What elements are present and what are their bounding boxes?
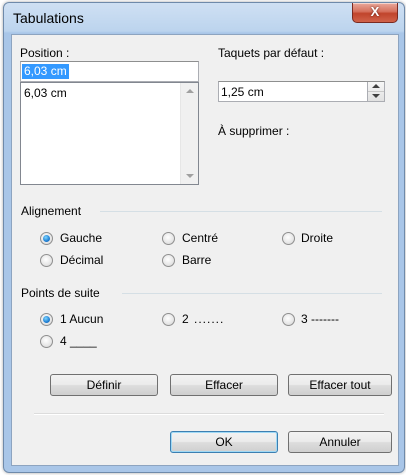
default-tabs-input[interactable]: 1,25 cm [218,81,385,102]
align-left-radio[interactable] [40,232,53,245]
ok-button[interactable]: OK [170,431,278,453]
dialog-body: Position : 6,03 cm 6,03 cm Taquets par d… [11,34,399,466]
alignment-group-label: Alignement [21,204,82,218]
align-left-label[interactable]: Gauche [60,231,102,245]
leader-dashes-label[interactable]: 3 ------- [301,312,339,326]
default-tabs-spinner[interactable] [367,82,384,101]
position-label: Position : [20,46,69,60]
position-input[interactable]: 6,03 cm [20,61,199,82]
align-decimal-label[interactable]: Décimal [60,253,103,267]
set-button[interactable]: Définir [50,374,158,396]
close-button[interactable]: X [352,3,398,23]
title-bar[interactable]: Tabulations X [4,3,404,33]
cancel-button[interactable]: Annuler [288,431,392,453]
scroll-up-icon[interactable] [186,89,194,93]
leader-dots-radio[interactable] [162,313,175,326]
close-icon: X [370,4,380,19]
clear-button[interactable]: Effacer [170,374,278,396]
align-decimal-radio[interactable] [40,254,53,267]
position-list-item[interactable]: 6,03 cm [24,86,67,100]
dialog-title: Tabulations [13,10,84,26]
spin-down-button[interactable] [368,92,384,101]
leader-none-radio[interactable] [40,313,53,326]
scroll-down-icon[interactable] [186,174,194,178]
footer-separator [34,413,384,415]
position-list-scrollbar[interactable] [180,83,198,184]
position-label-text: Position : [20,46,70,60]
position-value: 6,03 cm [22,64,69,79]
spin-up-button[interactable] [368,82,384,92]
leader-underline-label[interactable]: 4 ____ [60,334,97,348]
align-center-radio[interactable] [162,232,175,245]
alignment-divider [100,211,382,212]
align-right-label[interactable]: Droite [301,231,333,245]
align-right-radio[interactable] [282,232,295,245]
leader-underline-radio[interactable] [40,335,53,348]
leader-divider [122,293,382,294]
default-tabs-value: 1,25 cm [221,85,264,99]
to-delete-label: À supprimer : [218,124,290,138]
clear-all-button[interactable]: Effacer tout [288,374,392,396]
align-center-label[interactable]: Centré [182,231,218,245]
align-bar-label[interactable]: Barre [182,253,211,267]
position-list[interactable]: 6,03 cm [20,82,199,185]
leader-none-label[interactable]: 1 Aucun [60,312,103,326]
leader-dashes-radio[interactable] [282,313,295,326]
leader-dots-label[interactable]: 2 ....... [182,312,224,326]
leader-group-label: Points de suite [21,286,100,300]
align-bar-radio[interactable] [162,254,175,267]
default-tabs-label: Taquets par défaut : [218,46,325,60]
spin-down-icon [372,94,380,98]
spin-up-icon [372,84,380,88]
tabs-dialog: Tabulations X Position : 6,03 cm 6,03 cm… [3,2,405,473]
